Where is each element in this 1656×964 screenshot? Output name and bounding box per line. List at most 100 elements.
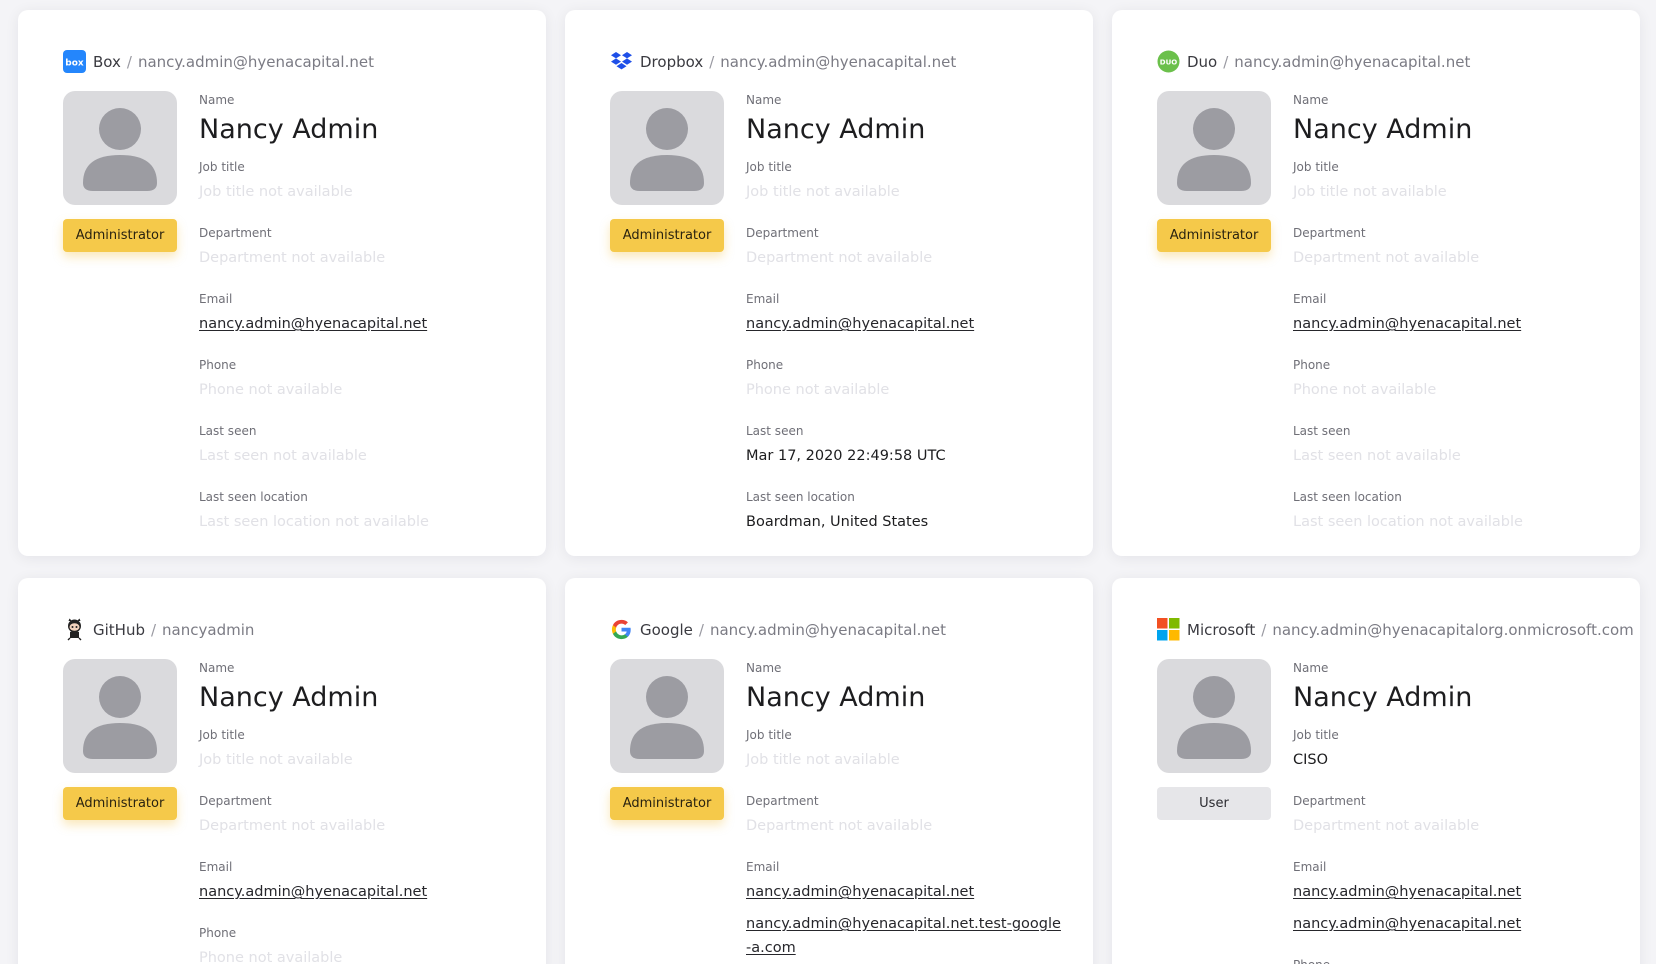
job-title-label: Job title xyxy=(199,728,245,742)
job-title-value: Job title not available xyxy=(746,752,900,768)
svg-text:box: box xyxy=(65,59,84,69)
account-card-box: box Box / nancy.admin@hyenacapital.net A… xyxy=(18,10,546,556)
service-name: GitHub xyxy=(93,620,145,639)
job-title-value: Job title not available xyxy=(1293,184,1447,200)
job-title-value: CISO xyxy=(1293,752,1329,768)
last-seen-location-value: Boardman, United States xyxy=(746,514,929,530)
account-id: nancy.admin@hyenacapital.net xyxy=(1234,52,1471,71)
last-seen-label: Last seen xyxy=(1293,424,1351,438)
department-value: Department not available xyxy=(199,818,386,834)
avatar xyxy=(610,659,724,773)
profile-fields: Name Nancy Admin Job title CISO Departme… xyxy=(1293,659,1623,964)
account-card-dropbox: Dropbox / nancy.admin@hyenacapital.net A… xyxy=(565,10,1093,556)
name-label: Name xyxy=(1293,93,1329,107)
avatar xyxy=(1157,659,1271,773)
user-name: Nancy Admin xyxy=(1293,682,1473,713)
avatar xyxy=(610,91,724,205)
separator: / xyxy=(150,620,157,639)
job-title-label: Job title xyxy=(746,160,792,174)
name-label: Name xyxy=(199,661,235,675)
user-name: Nancy Admin xyxy=(746,114,926,145)
phone-value: Phone not available xyxy=(746,382,890,398)
job-title-value: Job title not available xyxy=(746,184,900,200)
last-seen-location-value: Last seen location not available xyxy=(199,514,429,530)
email-link[interactable]: nancy.admin@hyenacapital.net xyxy=(1293,880,1623,904)
email-label: Email xyxy=(746,860,780,874)
account-id: nancy.admin@hyenacapital.net xyxy=(709,620,946,639)
google-icon xyxy=(610,618,633,641)
last-seen-label: Last seen xyxy=(199,424,257,438)
department-label: Department xyxy=(746,226,819,240)
email-link[interactable]: nancy.admin@hyenacapital.net xyxy=(199,880,529,904)
email-link[interactable]: nancy.admin@hyenacapital.net xyxy=(746,880,1076,904)
card-header: GitHub / nancyadmin xyxy=(63,618,254,641)
service-name: Dropbox xyxy=(640,52,704,71)
service-name: Microsoft xyxy=(1187,620,1256,639)
role-badge: Administrator xyxy=(63,219,177,252)
last-seen-value: Last seen not available xyxy=(199,448,367,464)
account-card-github: GitHub / nancyadmin Administrator Name N… xyxy=(18,578,546,964)
user-silhouette-icon xyxy=(630,676,704,759)
email-label: Email xyxy=(199,860,233,874)
job-title-label: Job title xyxy=(1293,728,1339,742)
department-value: Department not available xyxy=(1293,250,1480,266)
card-header: DUO Duo / nancy.admin@hyenacapital.net xyxy=(1157,50,1470,73)
card-header: box Box / nancy.admin@hyenacapital.net xyxy=(63,50,374,73)
account-id: nancyadmin xyxy=(162,620,255,639)
email-link-secondary[interactable]: nancy.admin@hyenacapital.net.test-google… xyxy=(746,912,1066,960)
card-header: Dropbox / nancy.admin@hyenacapital.net xyxy=(610,50,956,73)
email-label: Email xyxy=(1293,860,1327,874)
account-id: nancy.admin@hyenacapitalorg.onmicrosoft.… xyxy=(1272,620,1634,639)
card-header: Microsoft / nancy.admin@hyenacapitalorg.… xyxy=(1157,618,1634,641)
job-title-value: Job title not available xyxy=(199,752,353,768)
user-name: Nancy Admin xyxy=(199,682,379,713)
account-card-microsoft: Microsoft / nancy.admin@hyenacapitalorg.… xyxy=(1112,578,1640,964)
avatar xyxy=(1157,91,1271,205)
account-card-duo: DUO Duo / nancy.admin@hyenacapital.net A… xyxy=(1112,10,1640,556)
github-octocat-icon xyxy=(63,618,86,641)
email-label: Email xyxy=(1293,292,1327,306)
phone-value: Phone not available xyxy=(1293,382,1437,398)
email-link-secondary[interactable]: nancy.admin@hyenacapital.net xyxy=(1293,912,1623,936)
account-id: nancy.admin@hyenacapital.net xyxy=(720,52,957,71)
duo-icon: DUO xyxy=(1157,50,1180,73)
last-seen-label: Last seen xyxy=(746,424,804,438)
email-link[interactable]: nancy.admin@hyenacapital.net xyxy=(746,312,1076,336)
name-label: Name xyxy=(1293,661,1329,675)
role-badge: Administrator xyxy=(63,787,177,820)
email-link[interactable]: nancy.admin@hyenacapital.net xyxy=(1293,312,1623,336)
profile-fields: Name Nancy Admin Job title Job title not… xyxy=(199,659,529,964)
service-name: Box xyxy=(93,52,121,71)
service-name: Google xyxy=(640,620,693,639)
job-title-label: Job title xyxy=(1293,160,1339,174)
last-seen-value: Mar 17, 2020 22:49:58 UTC xyxy=(746,448,946,464)
email-link[interactable]: nancy.admin@hyenacapital.net xyxy=(199,312,529,336)
separator: / xyxy=(126,52,132,71)
phone-label: Phone xyxy=(1293,358,1331,372)
job-title-label: Job title xyxy=(746,728,792,742)
separator: / xyxy=(1261,620,1267,639)
profile-fields: Name Nancy Admin Job title Job title not… xyxy=(199,91,529,554)
user-silhouette-icon xyxy=(83,676,157,759)
last-seen-location-label: Last seen location xyxy=(1293,490,1402,504)
account-card-google: Google / nancy.admin@hyenacapital.net Ad… xyxy=(565,578,1093,964)
department-value: Department not available xyxy=(746,250,933,266)
user-silhouette-icon xyxy=(630,108,704,191)
department-label: Department xyxy=(746,794,819,808)
user-name: Nancy Admin xyxy=(199,114,379,145)
separator: / xyxy=(1223,52,1229,71)
phone-label: Phone xyxy=(199,926,237,940)
role-badge: Administrator xyxy=(610,219,724,252)
name-label: Name xyxy=(746,93,782,107)
email-label: Email xyxy=(199,292,233,306)
box-icon: box xyxy=(63,50,86,73)
account-id: nancy.admin@hyenacapital.net xyxy=(137,52,374,71)
department-value: Department not available xyxy=(746,818,933,834)
svg-text:DUO: DUO xyxy=(1160,59,1177,67)
department-label: Department xyxy=(199,794,272,808)
profile-fields: Name Nancy Admin Job title Job title not… xyxy=(1293,91,1623,554)
email-label: Email xyxy=(746,292,780,306)
department-label: Department xyxy=(199,226,272,240)
phone-value: Phone not available xyxy=(199,382,343,398)
phone-value: Phone not available xyxy=(199,950,343,964)
